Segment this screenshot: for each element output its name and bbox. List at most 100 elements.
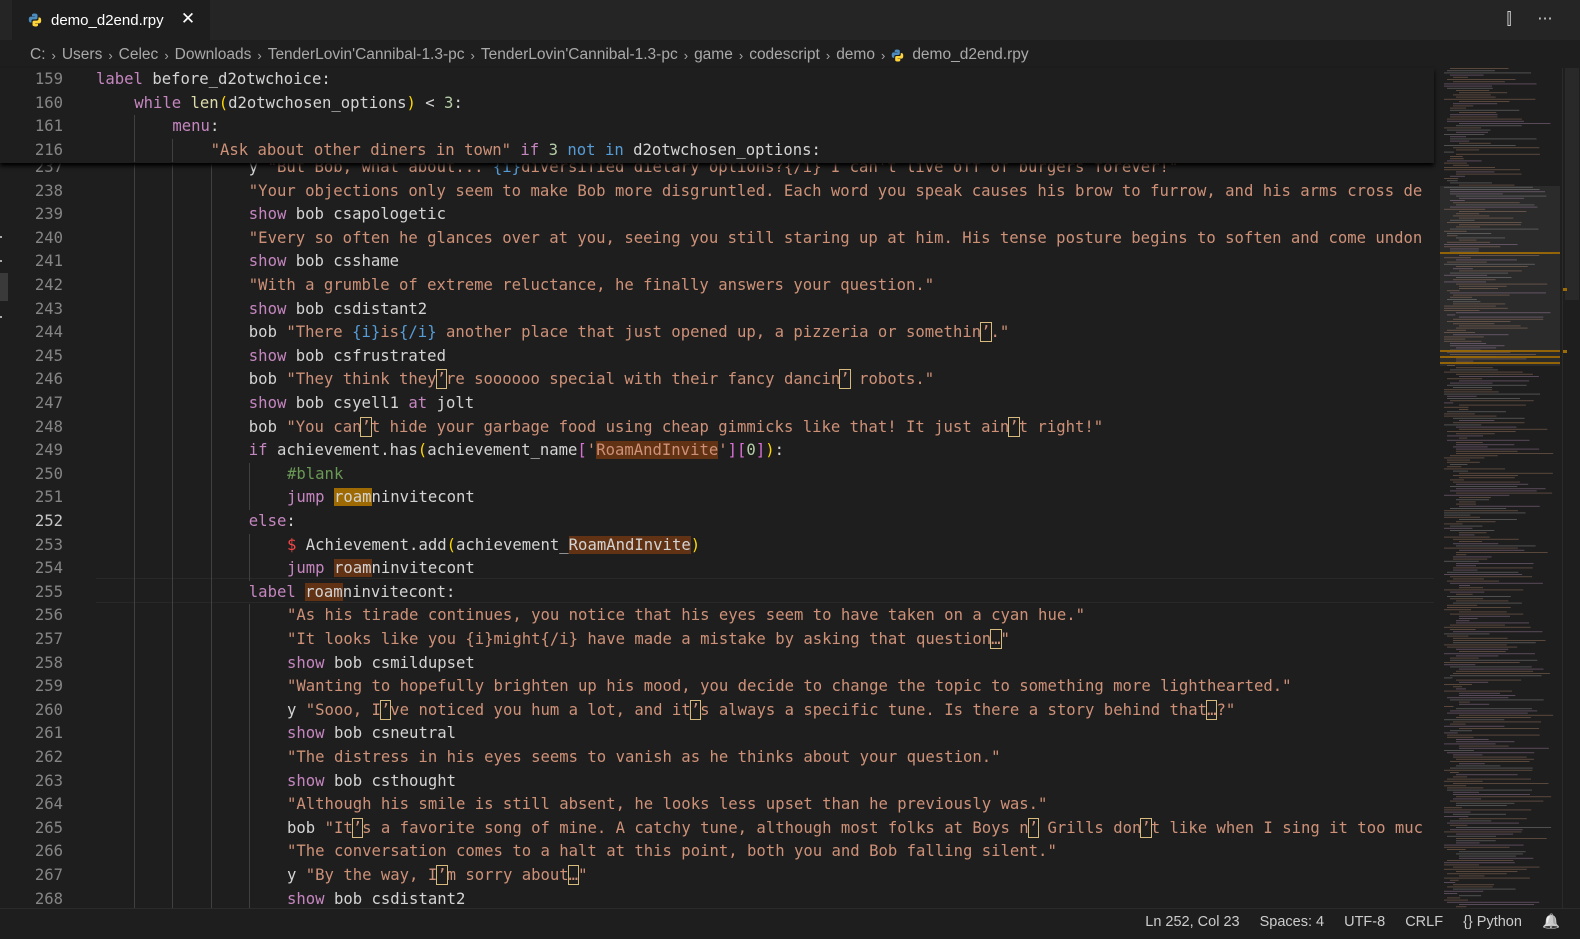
tab-filename: demo_d2end.rpy [51,11,164,29]
line-number: 257 [34,630,63,648]
code-line[interactable]: 240 "Every so often he glances over at yo… [0,227,1434,251]
code-line[interactable]: 250 #blank [0,463,1434,487]
code-text: "As his tirade continues, you notice tha… [287,606,1085,625]
notifications-bell-icon[interactable]: 🔔 [1542,913,1560,930]
code-text: "The distress in his eyes seems to vanis… [287,748,1001,766]
code-line[interactable]: 160 while len(d2otwchosen_options) < 3: [0,92,1434,116]
breadcrumb-separator-icon: › [880,47,886,63]
code-line[interactable]: 244 bob "There {i}is{/i} another place th… [0,321,1434,345]
code-text: show bob csdistant2 [248,299,428,318]
code-text: y "Sooo, I’ve noticed you hum a lot, and… [287,699,1236,720]
language-label: Python [1476,913,1522,930]
code-line[interactable]: 255 label roamninvitecont: [0,581,1434,605]
breadcrumb-item[interactable]: TenderLovin'Cannibal-1.3-pc [481,46,678,64]
code-line[interactable]: 239 show bob csapologetic [0,203,1434,227]
code-text: "It looks like you {i}might{/i} have mad… [287,629,1010,649]
breadcrumb-item[interactable]: Users [62,46,102,64]
code-line[interactable]: 246 bob "They think they’re soooooo speci… [0,368,1434,392]
code-line[interactable]: 260 y "Sooo, I’ve noticed you hum a lot, … [0,699,1434,723]
code-line[interactable]: 248 bob "You can’t hide your garbage food… [0,416,1434,440]
language-mode[interactable]: {} Python [1463,914,1522,930]
code-text: bob "You can’t hide your garbage food us… [248,416,1104,437]
code-text: "Every so often he glances over at you, … [248,228,1423,247]
line-number: 247 [34,394,63,412]
editor-actions: ⫿ ··· [1498,8,1556,30]
line-ending[interactable]: CRLF [1405,914,1443,930]
code-text: label before_d2otwchoice: [96,70,331,88]
code-line[interactable]: 266 "The conversation comes to a halt at … [0,840,1434,864]
code-line[interactable]: 243 show bob csdistant2 [0,298,1434,322]
code-line[interactable]: 247 show bob csyell1 at jolt [0,392,1434,416]
encoding[interactable]: UTF-8 [1344,914,1385,930]
code-line[interactable]: 216 "Ask about other diners in town" if 3… [0,139,1434,163]
code-line[interactable]: 265 bob "It’s a favorite song of mine. A … [0,817,1434,841]
line-number: 262 [34,748,63,766]
code-line[interactable]: 245 show bob csfrustrated [0,345,1434,369]
status-bar: Ln 252, Col 23 Spaces: 4 UTF-8 CRLF {} P… [0,908,1580,939]
code-text: show bob csapologetic [248,205,446,224]
line-number: 252 [34,512,63,530]
code-text: jump roamninvitecont [287,559,475,578]
code-line[interactable]: 241 show bob csshame [0,250,1434,274]
line-number: 263 [34,771,63,790]
line-number: 258 [34,653,63,672]
code-line[interactable]: 161 menu: [0,115,1434,139]
close-tab-icon[interactable]: ✕ [178,9,198,29]
code-line[interactable]: 253 $ Achievement.add(achievement_RoamAnd… [0,534,1434,558]
line-number: 239 [34,205,63,224]
code-line[interactable]: 268 show bob csdistant2 [0,888,1434,908]
line-number: 244 [34,323,63,342]
code-text: bob "There {i}is{/i} another place that … [248,322,1010,343]
minimap[interactable] [1440,68,1560,908]
braces-icon: {} [1463,913,1473,930]
code-editor[interactable]: 237 y "But Bob, what about... {i}diversif… [0,68,1434,908]
code-line[interactable]: 252 else: [0,510,1434,534]
python-file-icon [28,13,42,27]
code-line[interactable]: 256 "As his tirade continues, you notice … [0,604,1434,628]
breadcrumb-item[interactable]: demo_d2end.rpy [912,46,1028,64]
code-line[interactable]: 238 "Your objections only seem to make Bo… [0,180,1434,204]
vertical-scrollbar[interactable] [1562,68,1580,908]
line-number: 216 [34,140,63,159]
code-line[interactable]: 263 show bob csthought [0,770,1434,794]
indentation[interactable]: Spaces: 4 [1260,914,1325,930]
line-number: 253 [34,535,63,554]
line-number: 265 [34,818,63,837]
line-number: 241 [34,252,63,271]
code-text: show bob csyell1 at jolt [248,394,475,412]
code-line[interactable]: 249 if achievement.has(achievement_name['… [0,439,1434,463]
code-text: bob "It’s a favorite song of mine. A cat… [287,817,1424,838]
code-line[interactable]: 251 jump roamninvitecont [0,486,1434,510]
line-number: 245 [34,346,63,365]
code-line[interactable]: 262 "The distress in his eyes seems to va… [0,746,1434,770]
tab-bar: demo_d2end.rpy ✕ ⫿ ··· [0,0,1580,40]
breadcrumb-separator-icon: › [164,47,169,63]
code-text: if achievement.has(achievement_name['Roa… [248,441,784,460]
editor-tab[interactable]: demo_d2end.rpy ✕ [12,0,210,40]
breadcrumb-item[interactable]: demo [836,46,875,64]
line-number: 259 [34,677,63,696]
code-line[interactable]: 264 "Although his smile is still absent, … [0,793,1434,817]
breadcrumb-item[interactable]: Celec [119,46,159,64]
split-editor-icon[interactable]: ⫿ [1498,8,1520,30]
more-actions-icon[interactable]: ··· [1534,8,1556,30]
code-line[interactable]: 259 "Wanting to hopefully brighten up his… [0,675,1434,699]
code-line[interactable]: 261 show bob csneutral [0,722,1434,746]
code-line[interactable]: 254 jump roamninvitecont [0,557,1434,581]
breadcrumb-item[interactable]: codescript [749,46,820,64]
code-text: show bob csthought [287,771,456,790]
code-line[interactable]: 267 y "By the way, I’m sorry about…" [0,864,1434,888]
code-line[interactable]: 159 label before_d2otwchoice: [0,68,1434,92]
breadcrumb-item[interactable]: TenderLovin'Cannibal-1.3-pc [268,46,465,64]
breadcrumb-item[interactable]: game [694,46,733,64]
code-line[interactable]: 242 "With a grumble of extreme reluctance… [0,274,1434,298]
breadcrumb-item[interactable]: C: [30,46,46,64]
code-text: y "By the way, I’m sorry about…" [287,865,588,885]
cursor-position[interactable]: Ln 252, Col 23 [1145,914,1239,930]
breadcrumb-item[interactable]: Downloads [175,46,252,64]
code-text: show bob csdistant2 [287,889,466,908]
line-number: 246 [34,370,63,389]
code-line[interactable]: 258 show bob csmildupset [0,652,1434,676]
code-line[interactable]: 257 "It looks like you {i}might{/i} have … [0,628,1434,652]
line-number: 249 [34,441,63,460]
